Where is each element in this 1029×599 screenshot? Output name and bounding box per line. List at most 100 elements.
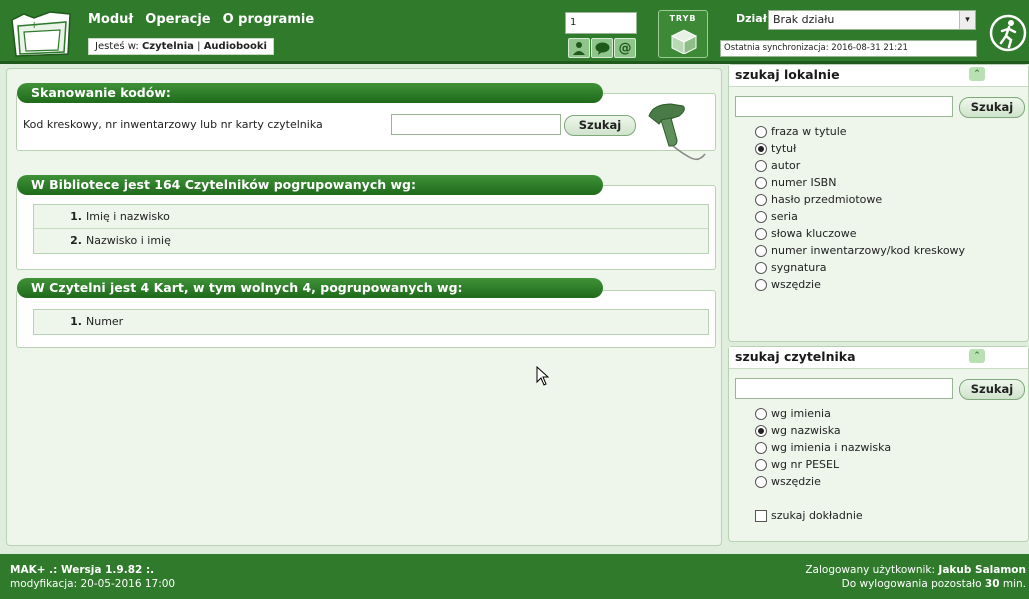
local-search-button[interactable]: Szukaj (959, 97, 1025, 118)
logout-prefix: Do wylogowania pozostało (841, 578, 982, 590)
item-number: 1. (70, 210, 82, 223)
radio-button[interactable] (755, 278, 767, 291)
menu-item-modul[interactable]: Moduł (88, 12, 133, 27)
radio-label: fraza w tytule (771, 125, 847, 138)
radio-option[interactable]: wg nr PESEL (755, 456, 891, 473)
radio-label: autor (771, 159, 801, 172)
chat-bubble-icon[interactable] (591, 38, 613, 58)
local-search-input[interactable] (735, 96, 953, 117)
radio-button[interactable] (755, 125, 767, 138)
department-select[interactable]: Brak działu ▾ (768, 10, 976, 30)
readers-list-item[interactable]: 1. Imię i nazwisko (34, 205, 708, 229)
radio-button[interactable] (755, 407, 767, 420)
readers-list-item[interactable]: 2. Nazwisko i imię (34, 229, 708, 253)
radio-option[interactable]: wszędzie (755, 276, 965, 293)
radio-option[interactable]: wg imienia i nazwiska (755, 439, 891, 456)
local-search-options: fraza w tytule tytuł autor numer ISBN hasło … (755, 123, 965, 293)
scan-search-button[interactable]: Szukaj (564, 115, 636, 136)
mode-button[interactable]: TRYB (658, 10, 708, 58)
radio-option[interactable]: numer ISBN (755, 174, 965, 191)
reader-search-button[interactable]: Szukaj (959, 379, 1025, 400)
radio-label: tytuł (771, 142, 797, 155)
scan-label: Kod kreskowy, nr inwentarzowy lub nr kar… (23, 118, 323, 131)
radio-option[interactable]: sygnatura (755, 259, 965, 276)
radio-button[interactable] (755, 441, 767, 454)
radio-label: słowa kluczowe (771, 227, 857, 240)
reader-search-input[interactable] (735, 378, 953, 399)
local-search-title-text: szukaj lokalnie (735, 67, 840, 82)
checkbox-box[interactable] (755, 509, 767, 522)
user-label: Zalogowany użytkownik: (805, 564, 936, 576)
user-icon[interactable] (568, 38, 590, 58)
radio-button[interactable] (755, 142, 767, 155)
menu-item-operacje[interactable]: Operacje (145, 12, 210, 27)
collapse-icon[interactable]: ⌃ (969, 67, 985, 81)
radio-button[interactable] (755, 210, 767, 223)
item-label: Numer (86, 315, 124, 328)
modified-text: modyfikacja: 20-05-2016 17:00 (10, 578, 176, 590)
barcode-scanner-icon (648, 103, 706, 161)
radio-option[interactable]: wg nazwiska (755, 422, 891, 439)
radio-button[interactable] (755, 244, 767, 257)
chevron-down-icon[interactable]: ▾ (959, 11, 975, 29)
radio-option[interactable]: słowa kluczowe (755, 225, 965, 242)
radio-option[interactable]: seria (755, 208, 965, 225)
item-label: Imię i nazwisko (86, 210, 170, 223)
scan-title: Skanowanie kodów: (17, 83, 603, 103)
radio-label: wg nr PESEL (771, 458, 840, 471)
reader-search-panel: szukaj czytelnika ⌃ Szukaj wg imienia wg … (728, 346, 1029, 542)
logout-running-man-icon[interactable] (986, 10, 1029, 56)
item-label: Nazwisko i imię (86, 234, 171, 247)
breadcrumb-separator: | (197, 41, 201, 52)
sync-status: Ostatnia synchronizacja: 2016-08-31 21:2… (720, 40, 977, 57)
radio-option[interactable]: autor (755, 157, 965, 174)
radio-option[interactable]: wg imienia (755, 405, 891, 422)
logout-timer: Do wylogowania pozostało 30 min. (805, 577, 1026, 591)
main-panel: Skanowanie kodów: Kod kreskowy, nr inwen… (6, 68, 722, 546)
radio-button[interactable] (755, 424, 767, 437)
radio-label: wg imienia (771, 407, 831, 420)
email-at-icon[interactable]: @ (614, 38, 636, 58)
radio-label: wszędzie (771, 475, 821, 488)
svg-text:+: + (30, 20, 38, 31)
radio-button[interactable] (755, 193, 767, 206)
radio-option[interactable]: numer inwentarzowy/kod kreskowy (755, 242, 965, 259)
reader-search-options: wg imienia wg nazwiska wg imienia i nazwis… (755, 405, 891, 490)
menu-item-o-programie[interactable]: O programie (223, 12, 315, 27)
radio-button[interactable] (755, 159, 767, 172)
radio-button[interactable] (755, 261, 767, 274)
radio-option[interactable]: fraza w tytule (755, 123, 965, 140)
breadcrumb-prefix: Jesteś w: (95, 41, 139, 52)
breadcrumb-section[interactable]: Czytelnia (142, 41, 194, 52)
radio-option[interactable]: tytuł (755, 140, 965, 157)
collapse-icon[interactable]: ⌃ (969, 349, 985, 363)
mode-label: TRYB (669, 14, 697, 23)
logout-value: 30 (984, 578, 1000, 590)
radio-option[interactable]: wszędzie (755, 473, 891, 490)
barcode-input[interactable] (391, 114, 561, 135)
radio-button[interactable] (755, 227, 767, 240)
department-value: Brak działu (773, 13, 835, 26)
main-menu: Moduł Operacje O programie (88, 12, 314, 27)
radio-button[interactable] (755, 176, 767, 189)
radio-button[interactable] (755, 458, 767, 471)
app-footer: MAK+ .: Wersja 1.9.82 :. modyfikacja: 20… (0, 554, 1029, 599)
radio-option[interactable]: hasło przedmiotowe (755, 191, 965, 208)
item-number: 2. (70, 234, 82, 247)
radio-label: numer inwentarzowy/kod kreskowy (771, 244, 966, 257)
cards-list: 1. Numer (33, 309, 709, 335)
app-header: + Moduł Operacje O programie Jesteś w: C… (0, 0, 1029, 64)
reader-search-title-text: szukaj czytelnika (735, 349, 856, 364)
session-info: Zalogowany użytkownik: Jakub Salamon Do … (805, 563, 1026, 591)
folders-logo-icon[interactable]: + (10, 8, 74, 58)
box-stack-icon (670, 29, 698, 54)
cards-list-item[interactable]: 1. Numer (34, 310, 708, 334)
local-search-panel: szukaj lokalnie ⌃ Szukaj fraza w tytule t… (728, 64, 1029, 342)
radio-button[interactable] (755, 475, 767, 488)
exact-search-checkbox[interactable]: szukaj dokładnie (755, 509, 863, 522)
logout-unit: min. (1002, 578, 1026, 590)
radio-label: seria (771, 210, 798, 223)
breadcrumb-subsection[interactable]: Audiobooki (204, 41, 267, 52)
radio-label: sygnatura (771, 261, 827, 274)
number-field[interactable]: 1 (565, 12, 637, 34)
